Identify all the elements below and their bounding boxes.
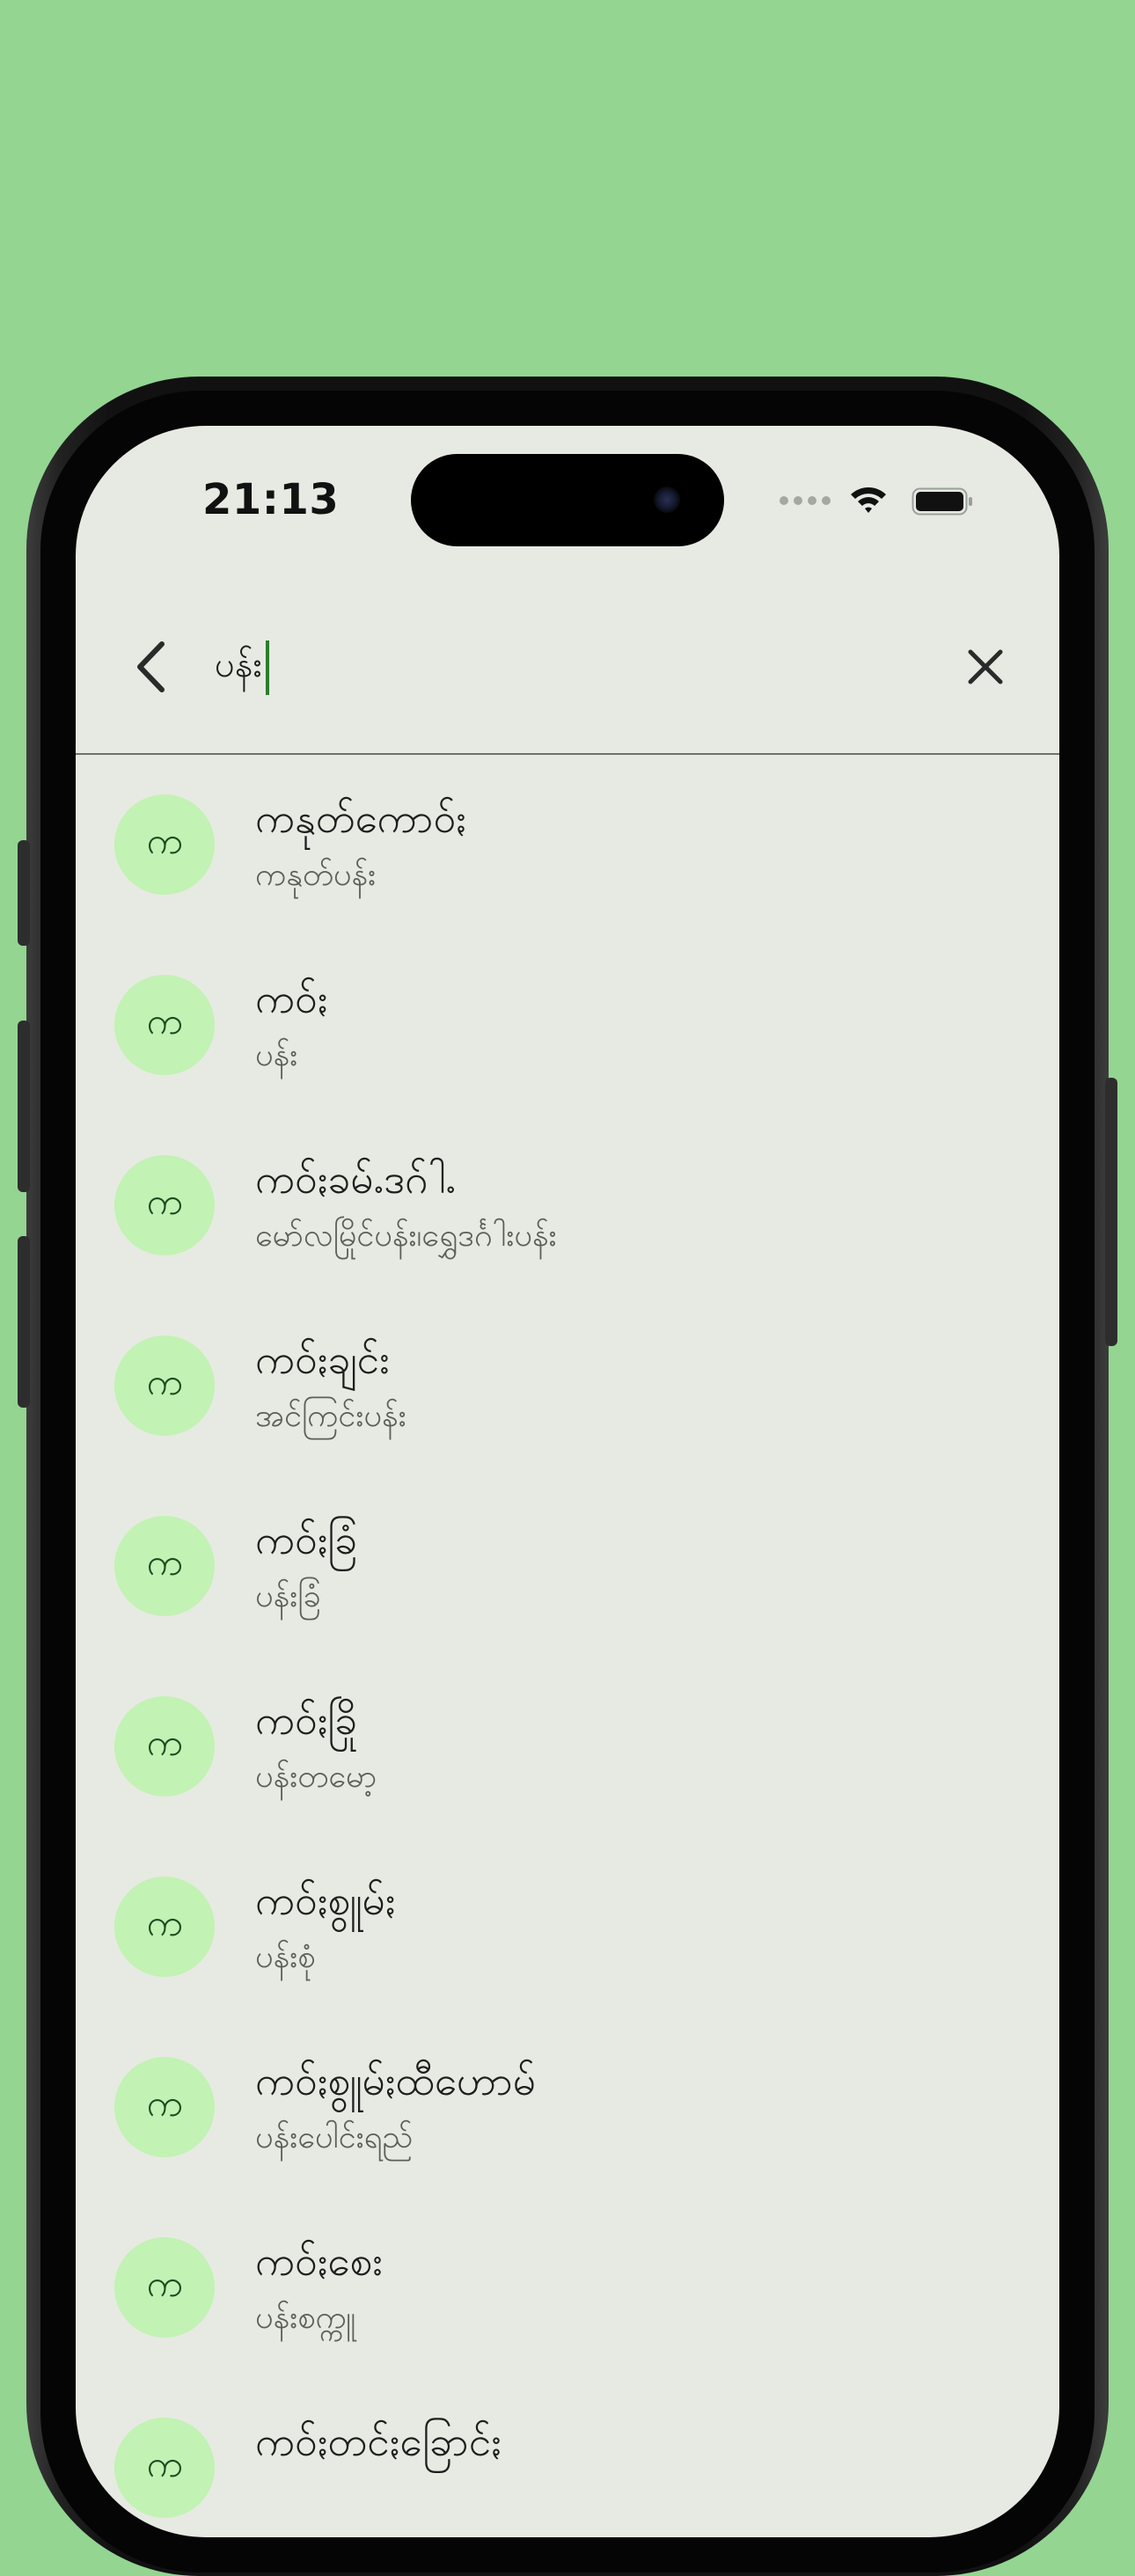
cellular-signal-icon [780, 496, 832, 509]
volume-down-button [18, 1236, 30, 1408]
letter-avatar: က [114, 2057, 215, 2157]
result-subtitle: ပန်းစုံ [255, 1939, 316, 1975]
back-button[interactable] [121, 633, 179, 700]
list-item[interactable]: က ကဝ်ႏစေးပန်းစက္ကူ [76, 2198, 1059, 2378]
result-title: ကဝ်ႏခမ်ႉဒဂ်ါႉ [255, 1155, 457, 1203]
result-subtitle: မော်လမြိုင်ပန်း၊ရွှေဒင်္ဂါးပန်း [255, 1218, 557, 1254]
search-input[interactable]: ပန်း [215, 637, 919, 699]
volume-up-button [18, 1021, 30, 1192]
search-query: ပန်း [215, 644, 262, 685]
wifi-icon [851, 487, 886, 513]
result-subtitle: ပန်း [255, 1037, 298, 1073]
status-time: 21:13 [202, 475, 340, 524]
close-icon [968, 649, 1003, 684]
result-subtitle: ပန်းခြံ [255, 1578, 321, 1614]
result-title: ကဝ်ႏစွူမ်ႏ [255, 1877, 396, 1924]
letter-avatar: က [114, 1696, 215, 1797]
letter-avatar: က [114, 2237, 215, 2338]
result-title: ကနုတ်ကောဝ်ႏ [255, 794, 466, 842]
text-caret [265, 640, 269, 695]
action-button [18, 840, 30, 946]
result-title: ကဝ်ႏစွူမ်ႏထီဟောမ် [255, 2057, 537, 2104]
battery-icon [912, 487, 972, 516]
letter-avatar: က [114, 1155, 215, 1255]
result-subtitle: အင်ကြင်းပန်း [255, 1398, 406, 1434]
letter-avatar: က [114, 975, 215, 1075]
search-bar: ပန်း [76, 584, 1059, 751]
letter-avatar: က [114, 1877, 215, 1977]
result-subtitle: ကနုတ်ပန်း [255, 857, 377, 893]
result-title: ကဝ်ႏစေး [255, 2237, 383, 2285]
list-item[interactable]: က ကနုတ်ကောဝ်ႏကနုတ်ပန်း [76, 755, 1059, 935]
result-title: ကဝ်ႏ [255, 975, 328, 1022]
list-item[interactable]: က ကဝ်ႏခမ်ႉဒဂ်ါႉမော်လမြိုင်ပန်း၊ရွှေဒင်္ဂါ… [76, 1116, 1059, 1296]
letter-avatar: က [114, 2418, 215, 2518]
list-item[interactable]: က ကဝ်ႏချင်းအင်ကြင်းပန်း [76, 1296, 1059, 1476]
power-button [1105, 1078, 1117, 1346]
dynamic-island [411, 454, 724, 546]
result-title: ကဝ်ႏခြံ [255, 1516, 358, 1563]
letter-avatar: က [114, 1516, 215, 1616]
list-item[interactable]: က ကဝ်ႏခြိုပန်းတမော့ [76, 1657, 1059, 1837]
list-item[interactable]: က ကဝ်ႏတင်ႏခြောင်ႏ [76, 2378, 1059, 2537]
list-item[interactable]: က ကဝ်ႏခြံပန်းခြံ [76, 1476, 1059, 1657]
result-subtitle: ပန်းပေါင်းရည် [255, 2119, 414, 2155]
result-title: ကဝ်ႏတင်ႏခြောင်ႏ [255, 2418, 502, 2465]
chevron-left-icon [137, 641, 165, 692]
camera-icon [654, 487, 680, 513]
clear-search-button[interactable] [957, 639, 1014, 695]
letter-avatar: က [114, 794, 215, 895]
list-item[interactable]: က ကဝ်ႏပန်း [76, 935, 1059, 1116]
result-title: ကဝ်ႏချင်း [255, 1336, 390, 1383]
list-item[interactable]: က ကဝ်ႏစွူမ်ႏပန်းစုံ [76, 1837, 1059, 2017]
result-subtitle: ပန်းတမော့ [255, 1759, 377, 1795]
letter-avatar: က [114, 1336, 215, 1436]
result-subtitle: ပန်းစက္ကူ [255, 2300, 356, 2336]
list-item[interactable]: က ကဝ်ႏစွူမ်ႏထီဟောမ်ပန်းပေါင်းရည် [76, 2017, 1059, 2198]
result-title: ကဝ်ႏခြို [255, 1696, 358, 1744]
results-list: ကကနုတ်ကောဝ်ႏ ကနုတ်ပန်းကကဝ်ႏ ပန်းကကဝ်ႏခမ်ႉဒ… [76, 755, 1059, 2537]
phone-screen: 21:13 ပန်း ကကနုတ်ကောဝ်ႏ ကနုတ်ပန်း က ကဝ်ႏ… [76, 426, 1059, 2537]
